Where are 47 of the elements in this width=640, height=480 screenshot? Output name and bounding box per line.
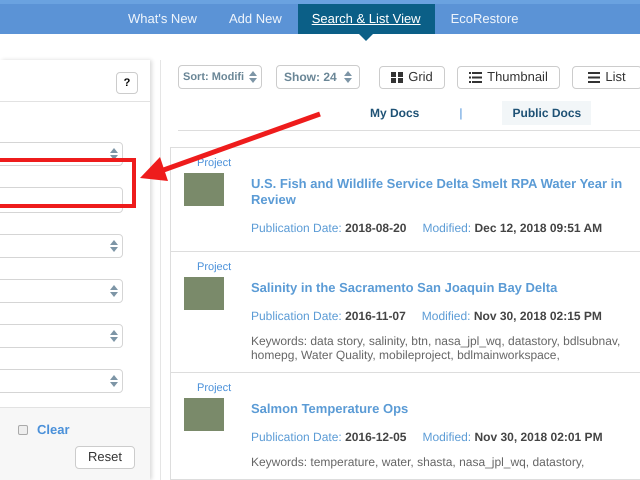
modified-date: Modified: Nov 30, 2018 02:01 PM xyxy=(422,429,603,446)
help-button[interactable]: ? xyxy=(116,72,138,94)
grid-icon xyxy=(391,72,404,82)
sort-arrows-icon xyxy=(110,240,118,252)
view-button[interactable]: List xyxy=(572,66,640,88)
keywords-text: Keywords: data story, salinity, btn, nasa_jpl_wq, datastory, bdlsubnav, homepg, Water Quality, mobileproject, bdlmainworkspace, xyxy=(251,334,622,362)
doc-title-link[interactable]: Salmon Temperature Ops xyxy=(251,401,634,417)
modified-date: Modified: Nov 30, 2018 02:15 PM xyxy=(422,308,602,325)
photo-placeholder xyxy=(184,172,224,206)
doc-type-label: Project xyxy=(196,156,232,171)
dropdown[interactable]: Show: 24 xyxy=(276,65,360,89)
doc-title-link[interactable]: Salinity in the Sacramento San Joaquin Bay Delta xyxy=(251,280,634,296)
menu-icon xyxy=(588,72,600,82)
list-icon xyxy=(469,72,482,82)
doc-tab[interactable]: Public Docs xyxy=(502,100,592,124)
publication-date: Publication Date: 2016-11-07 xyxy=(251,308,406,325)
nav-tab[interactable]: What's New xyxy=(112,4,213,34)
doc-type-label: Project xyxy=(196,381,232,396)
nav-tab[interactable]: EcoRestore xyxy=(434,4,534,34)
publication-date: Publication Date: 2018-08-20 xyxy=(251,220,406,237)
dropdown[interactable]: Sort: Modifi xyxy=(178,65,262,89)
doc-type-label: Project xyxy=(196,260,232,275)
select-field[interactable] xyxy=(0,324,123,348)
tab-separator: | xyxy=(459,104,462,122)
sort-arrows-icon xyxy=(249,71,257,83)
photo-placeholder xyxy=(184,398,224,430)
publication-date: Publication Date: 2016-12-05 xyxy=(251,429,406,446)
select-field[interactable] xyxy=(0,234,123,258)
sort-arrows-icon xyxy=(110,375,118,387)
photo-placeholder xyxy=(184,276,224,310)
reset-button[interactable]: Reset xyxy=(75,446,135,468)
select-field[interactable] xyxy=(0,279,123,303)
sort-arrows-icon xyxy=(344,71,352,83)
checkbox[interactable] xyxy=(18,424,28,435)
sort-arrows-icon xyxy=(110,285,118,297)
keywords-text: Keywords: temperature, water, shasta, nasa_jpl_wq, datastory, xyxy=(251,455,586,469)
view-button[interactable]: Grid xyxy=(379,66,445,88)
doc-title-link[interactable]: U.S. Fish and Wildlife Service Delta Smelt RPA Water Year in Review xyxy=(251,176,634,208)
sort-arrows-icon xyxy=(110,148,118,160)
view-button[interactable]: Thumbnail xyxy=(457,66,560,88)
modified-date: Modified: Dec 12, 2018 09:51 AM xyxy=(422,220,602,237)
nav-tab[interactable]: Add New xyxy=(212,4,298,34)
clear-link[interactable]: Clear xyxy=(37,420,70,440)
select-field[interactable] xyxy=(0,369,123,393)
tab-pointer-icon xyxy=(359,34,374,41)
doc-tab[interactable]: My Docs xyxy=(370,100,420,124)
sort-arrows-icon xyxy=(110,330,118,342)
